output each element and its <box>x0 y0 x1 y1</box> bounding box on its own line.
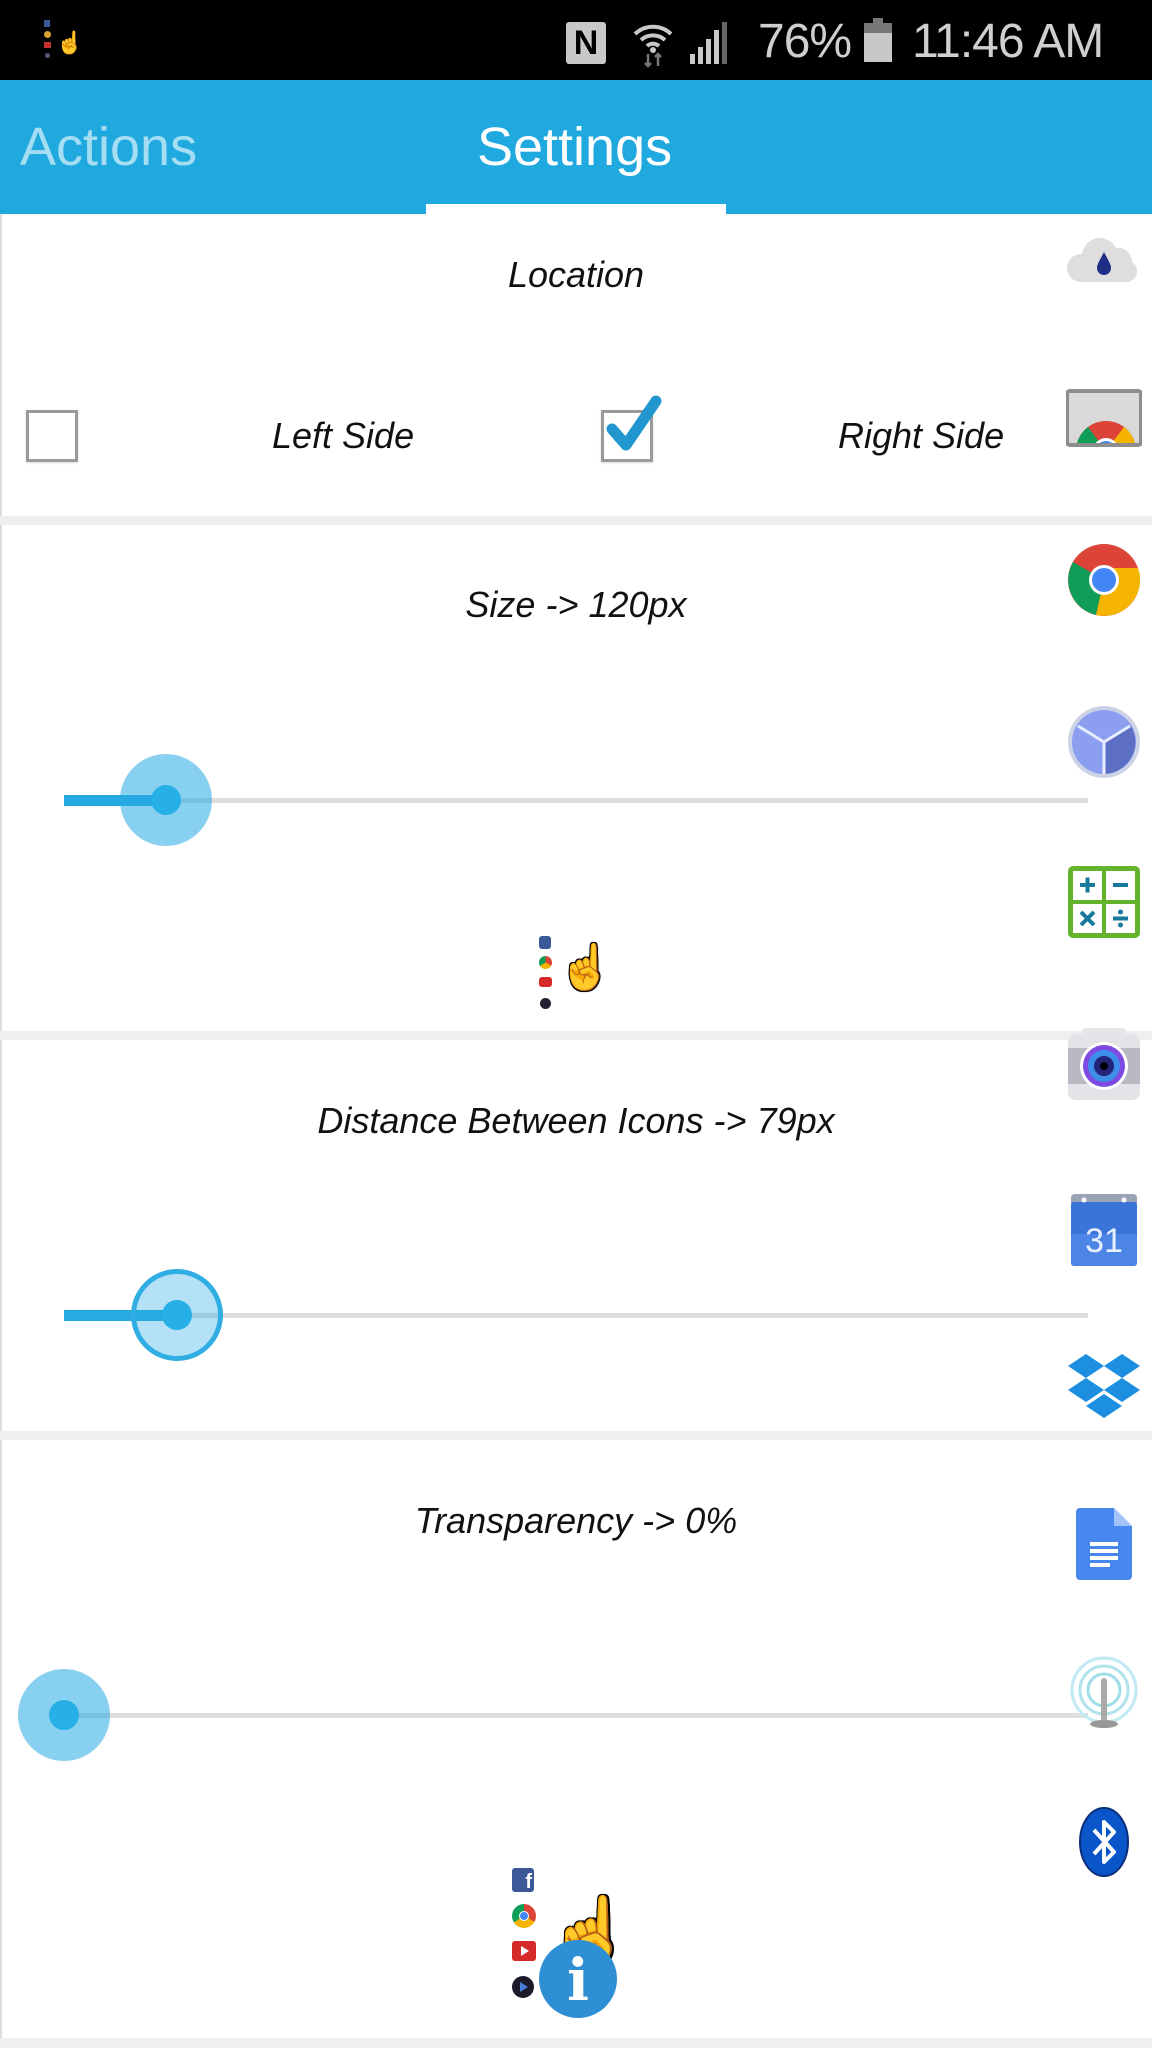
tab-bar: Actions Settings <box>0 80 1152 214</box>
left-side-checkbox[interactable] <box>26 410 78 462</box>
preview-player-icon <box>540 998 551 1009</box>
slider-thumb[interactable] <box>130 1269 223 1361</box>
slider-thumb[interactable] <box>18 1669 110 1761</box>
active-tab-indicator <box>426 204 726 214</box>
clock-icon[interactable] <box>1066 704 1142 780</box>
bluetooth-icon[interactable] <box>1066 1804 1142 1880</box>
calculator-icon[interactable] <box>1066 864 1142 940</box>
chromecast-icon[interactable] <box>1065 383 1143 459</box>
slider-thumb[interactable] <box>120 754 213 846</box>
distance-slider[interactable] <box>0 1255 1152 1375</box>
dropbox-icon[interactable] <box>1066 1350 1142 1426</box>
preview-youtube-icon <box>539 977 552 987</box>
tab-settings[interactable]: Settings <box>477 80 672 214</box>
notification-app-icon: ☝ <box>42 20 83 62</box>
distance-title: Distance Between Icons -> 79px <box>317 1100 835 1141</box>
transparency-slider[interactable] <box>0 1655 1152 1775</box>
signal-icon <box>690 22 727 64</box>
transparency-title: Transparency -> 0% <box>414 1500 738 1541</box>
slider-track <box>64 798 1088 803</box>
section-divider <box>0 1031 1152 1040</box>
left-side-label: Left Side <box>272 415 415 456</box>
size-title: Size -> 120px <box>465 584 687 625</box>
preview-chrome-icon <box>539 956 552 969</box>
status-bar: ☝ N 76% 11:46 AM <box>0 0 1152 80</box>
section-divider <box>0 516 1152 525</box>
nfc-icon: N <box>566 22 606 64</box>
tab-actions[interactable]: Actions <box>20 80 197 214</box>
wifi-hotspot-icon[interactable] <box>1066 1656 1142 1732</box>
calendar-icon[interactable]: 31 <box>1066 1192 1142 1268</box>
size-slider[interactable] <box>0 740 1152 860</box>
size-preview: ☝ <box>536 934 626 1018</box>
chrome-icon[interactable] <box>1066 542 1142 618</box>
right-side-checkbox[interactable] <box>601 395 662 462</box>
preview-facebook-icon: f <box>512 1868 534 1893</box>
info-button[interactable]: i <box>539 1940 617 2018</box>
battery-icon <box>864 18 892 62</box>
preview-youtube-icon <box>512 1941 536 1961</box>
camera-icon[interactable] <box>1066 1026 1142 1102</box>
location-title: Location <box>507 254 645 295</box>
hand-pointer-icon: ☝ <box>558 943 613 992</box>
right-side-label: Right Side <box>838 415 1005 456</box>
section-divider <box>0 1431 1152 1440</box>
google-docs-icon[interactable] <box>1066 1506 1142 1582</box>
calendar-day: 31 <box>1085 1222 1123 1260</box>
wifi-icon <box>633 24 673 68</box>
battery-percent: 76% <box>758 15 852 68</box>
checkmark-icon <box>606 395 662 451</box>
section-divider <box>0 2038 1152 2048</box>
clock-time: 11:46 AM <box>912 15 1104 68</box>
preview-chrome-icon <box>512 1904 536 1928</box>
slider-track <box>64 1713 1088 1718</box>
weather-cloud-icon[interactable] <box>1066 224 1142 300</box>
preview-player-icon <box>512 1976 534 1998</box>
preview-facebook-icon <box>539 936 551 949</box>
